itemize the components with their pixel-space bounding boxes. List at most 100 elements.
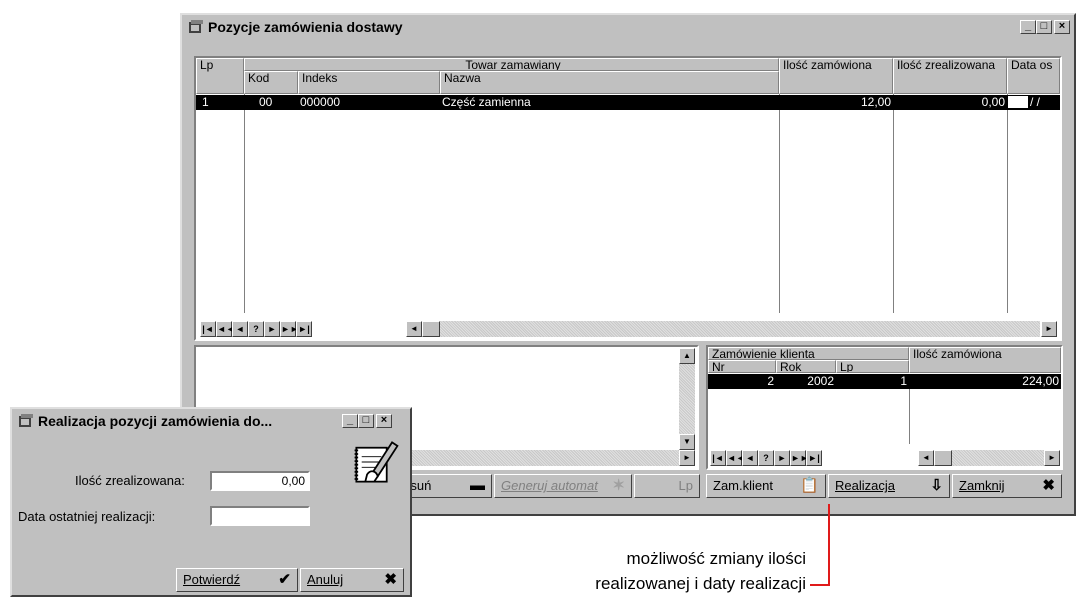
close-x-icon: ✖ xyxy=(384,571,397,588)
dialog-title: Realizacja pozycji zamówienia do... xyxy=(38,413,273,429)
client-order-button[interactable]: Zam.klient 📋 xyxy=(706,474,826,498)
cell-ilosc-zamowiona: 12,00 xyxy=(860,95,891,109)
cell-kod: 00 xyxy=(259,95,273,109)
cell-ilosc-zrealizowana: 0,00 xyxy=(981,95,1005,109)
window-icon xyxy=(189,20,203,33)
cell-ilosc: 224,00 xyxy=(1022,374,1059,388)
main-titlebar[interactable]: Pozycje zamówienia dostawy _ □ × xyxy=(184,17,1072,37)
col-header-ilosc-zamowiona2[interactable]: Ilość zamówiona xyxy=(909,347,1061,373)
checkmark-icon: ✔ xyxy=(278,571,291,588)
notepad-pen-icon xyxy=(354,441,399,483)
nav-search-button[interactable]: ? xyxy=(248,321,264,337)
client-order-grid[interactable]: Zamówienie klienta Nr Rok Lp Ilość zamów… xyxy=(706,345,1063,470)
nav-prev-page-button[interactable]: ◄◄ xyxy=(216,321,235,337)
col-header-rok[interactable]: Rok xyxy=(776,360,836,373)
realization-dialog: Realizacja pozycji zamówienia do... _ □ … xyxy=(10,407,412,597)
window-icon xyxy=(19,414,33,427)
cancel-button[interactable]: Anuluj ✖ xyxy=(300,568,404,592)
cell-nr: 2 xyxy=(767,374,774,388)
col-header-nr[interactable]: Nr xyxy=(708,360,776,373)
grid-line xyxy=(779,94,780,313)
cell-lp: 1 xyxy=(202,95,209,109)
realization-button-label: Realizacja xyxy=(835,478,895,493)
memo-scroll-down-button[interactable]: ▼ xyxy=(679,434,695,450)
col-header-towar: Towar zamawiany xyxy=(244,58,779,71)
grid-navigator: |◄ ◄◄ ◄ ? ► ►► ►| xyxy=(200,321,312,337)
close-window-button-label: Zamknij xyxy=(959,478,1005,493)
realization-button[interactable]: Realizacja ⇩ xyxy=(828,474,950,498)
last-realization-date-input[interactable] xyxy=(210,506,310,526)
col-header-ilosc-zrealizowana[interactable]: Ilość zrealizowana xyxy=(893,58,1007,94)
table-row[interactable]: 2 2002 1 224,00 xyxy=(708,374,1061,389)
cell-indeks: 000000 xyxy=(300,95,341,109)
grid-line xyxy=(909,389,910,444)
cell-rok: 2002 xyxy=(807,374,834,388)
col-header-zamowienie-klienta: Zamówienie klienta xyxy=(708,347,909,360)
col-header-indeks[interactable]: Indeks xyxy=(298,71,440,94)
minimize-button[interactable]: _ xyxy=(1020,20,1036,34)
client-hscroll-right-button[interactable]: ► xyxy=(1044,450,1060,466)
client-hscroll-track[interactable] xyxy=(952,450,1044,466)
hscroll-thumb[interactable] xyxy=(422,321,440,337)
lp-button[interactable]: Lp xyxy=(634,474,700,498)
hscroll-left-button[interactable]: ◄ xyxy=(406,321,422,337)
generate-auto-button-label: Generuj automat xyxy=(501,478,598,493)
confirm-button-label: Potwierdź xyxy=(183,572,241,587)
generate-auto-button[interactable]: Generuj automat ✶ xyxy=(494,474,632,498)
memo-scroll-right-button[interactable]: ► xyxy=(679,450,695,466)
positions-grid[interactable]: Lp Towar zamawiany Kod Indeks Nazwa Iloś… xyxy=(194,56,1062,341)
hscroll-track[interactable] xyxy=(440,321,1040,337)
client-hscroll-left-button[interactable]: ◄ xyxy=(918,450,934,466)
confirm-button[interactable]: Potwierdź ✔ xyxy=(176,568,298,592)
memo-scroll-track[interactable] xyxy=(679,364,695,434)
minus-icon: ▬ xyxy=(470,477,485,494)
clipboard-icon: 📋 xyxy=(800,477,819,494)
nav-next-button[interactable]: ► xyxy=(774,450,790,466)
maximize-button[interactable]: □ xyxy=(1036,20,1052,34)
hscroll-right-button[interactable]: ► xyxy=(1041,321,1057,337)
annotation-line1: możliwość zmiany ilości xyxy=(626,549,806,568)
nav-prev-button[interactable]: ◄ xyxy=(232,321,248,337)
tray-icon: ⇩ xyxy=(930,477,943,494)
memo-scroll-up-button[interactable]: ▲ xyxy=(679,348,695,364)
nav-next-button[interactable]: ► xyxy=(264,321,280,337)
nav-prev-button[interactable]: ◄ xyxy=(742,450,758,466)
dialog-minimize-button[interactable]: _ xyxy=(342,414,358,428)
close-window-button[interactable]: Zamknij ✖ xyxy=(952,474,1062,498)
close-button[interactable]: × xyxy=(1054,20,1070,34)
nav-next-page-button[interactable]: ►► xyxy=(790,450,809,466)
client-order-button-label: Zam.klient xyxy=(713,478,773,493)
grid-line xyxy=(893,94,894,313)
realized-qty-input[interactable]: 0,00 xyxy=(210,471,310,491)
wand-icon: ✶ xyxy=(612,477,625,494)
annotation-line2: realizowanej i daty realizacji xyxy=(595,574,806,593)
nav-last-button[interactable]: ►| xyxy=(296,321,312,337)
nav-search-button[interactable]: ? xyxy=(758,450,774,466)
grid-line xyxy=(1007,94,1008,313)
dialog-titlebar[interactable]: Realizacja pozycji zamówienia do... _ □ … xyxy=(14,411,408,431)
cancel-button-label: Anuluj xyxy=(307,572,344,587)
nav-first-button[interactable]: |◄ xyxy=(710,450,726,466)
col-header-lp2[interactable]: Lp xyxy=(836,360,909,373)
lp-button-label: Lp xyxy=(678,478,693,493)
last-realization-date-label: Data ostatniej realizacji: xyxy=(18,509,156,524)
nav-first-button[interactable]: |◄ xyxy=(200,321,216,337)
nav-next-page-button[interactable]: ►► xyxy=(280,321,299,337)
realized-qty-label: Ilość zrealizowana: xyxy=(75,473,185,488)
dialog-maximize-button[interactable]: □ xyxy=(358,414,374,428)
cell-nazwa: Część zamienna xyxy=(442,95,531,109)
col-header-ilosc-zamowiona[interactable]: Ilość zamówiona xyxy=(779,58,893,94)
cell-lp: 1 xyxy=(900,374,907,388)
client-hscroll-thumb[interactable] xyxy=(934,450,952,466)
col-header-kod[interactable]: Kod xyxy=(244,71,298,94)
col-header-nazwa[interactable]: Nazwa xyxy=(440,71,779,94)
nav-prev-page-button[interactable]: ◄◄ xyxy=(726,450,745,466)
dialog-close-button[interactable]: × xyxy=(376,414,392,428)
col-header-lp[interactable]: Lp xyxy=(196,58,244,94)
cell-data[interactable] xyxy=(1008,96,1028,108)
table-row[interactable]: 1 00 000000 Część zamienna 12,00 0,00 / … xyxy=(196,95,1060,110)
client-grid-navigator: |◄ ◄◄ ◄ ? ► ►► ►| xyxy=(710,450,822,466)
col-header-data[interactable]: Data os xyxy=(1007,58,1060,94)
nav-last-button[interactable]: ►| xyxy=(806,450,822,466)
close-x-icon: ✖ xyxy=(1042,477,1055,494)
